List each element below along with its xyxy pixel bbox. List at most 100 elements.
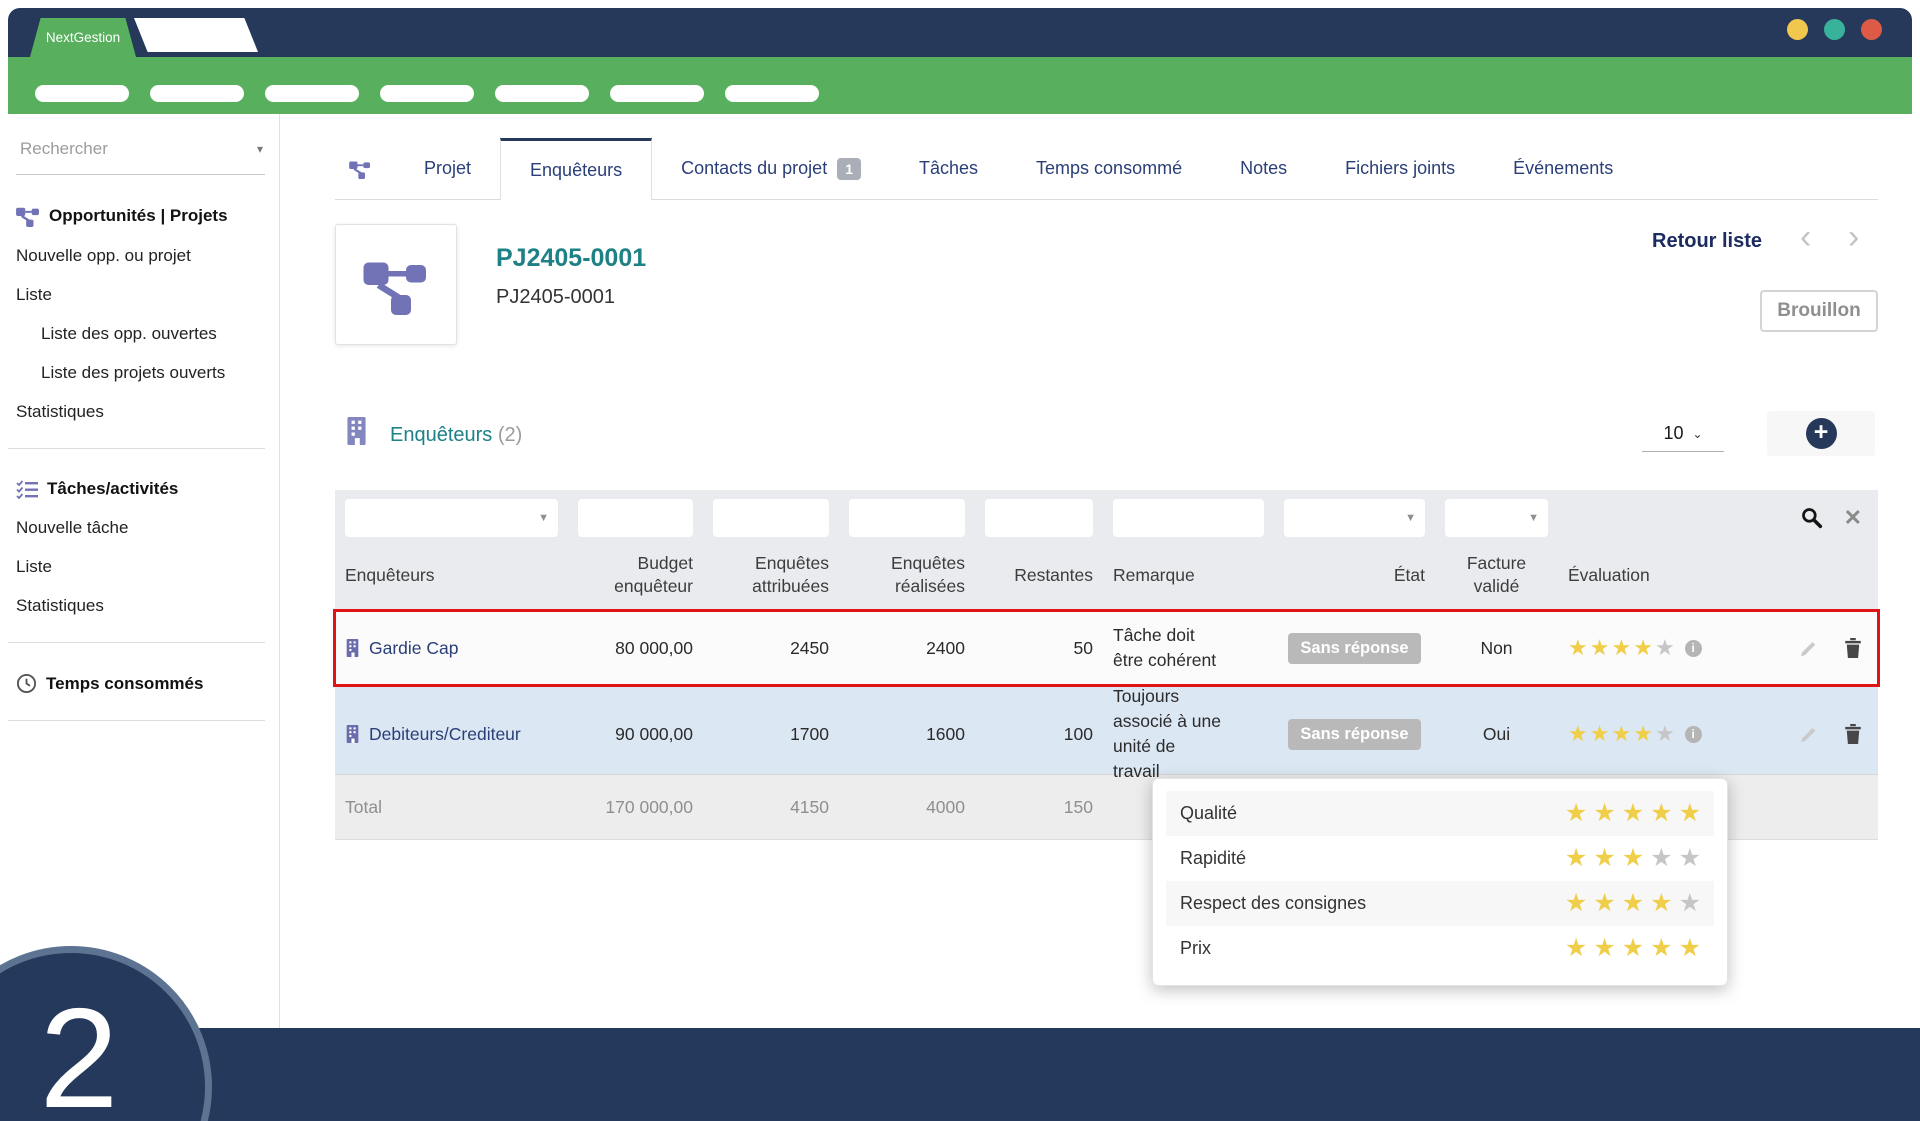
total-remaining: 150 [975, 775, 1103, 839]
filter-realisees[interactable] [849, 499, 965, 537]
filter-remarque[interactable] [1113, 499, 1264, 537]
project-name: PJ2405-0001 [496, 286, 615, 309]
table-row-gardie-cap: Gardie Cap 80 000,00 2450 2400 50 Tâche … [335, 612, 1878, 684]
step-number: 2 [40, 988, 119, 1121]
tab-contacts[interactable]: Contacts du projet 1 [652, 138, 890, 199]
sidebar-section-opportunites[interactable]: Opportunités | Projets [16, 205, 279, 227]
sidebar-item-liste-projets-ouverts[interactable]: Liste des projets ouverts [41, 363, 279, 383]
filter-restantes[interactable] [985, 499, 1093, 537]
window-dot-yellow[interactable] [1787, 19, 1808, 40]
window-controls [1787, 19, 1882, 40]
sidebar-item-statistiques-opp[interactable]: Statistiques [16, 402, 279, 422]
tab-temps-consomme[interactable]: Temps consommé [1007, 138, 1211, 199]
tab-evenements[interactable]: Événements [1484, 138, 1642, 199]
rating-stars[interactable]: ★★★★★ [1558, 684, 1740, 784]
add-enqueteur-button[interactable]: + [1806, 418, 1837, 449]
sidebar-section-title: Tâches/activités [47, 479, 178, 499]
tab-taches[interactable]: Tâches [890, 138, 1007, 199]
remark-text: Tâche doit être cohérent [1103, 612, 1274, 684]
search-input[interactable] [18, 138, 227, 160]
edit-icon[interactable] [1799, 724, 1819, 744]
tab-enqueteurs[interactable]: Enquêteurs [500, 138, 652, 200]
sidebar-item-liste-opp[interactable]: Liste [16, 285, 279, 305]
rating-stars: ★★★★★ [1559, 891, 1701, 916]
sidebar-section-temps[interactable]: Temps consommés [16, 673, 279, 694]
nav-placeholder-pill[interactable] [380, 85, 474, 102]
edit-icon[interactable] [1799, 638, 1819, 658]
chevron-down-icon: ▾ [257, 142, 263, 156]
building-icon [345, 725, 360, 743]
rating-row-respect-consignes: Respect des consignes ★★★★★ [1166, 881, 1714, 926]
next-record-icon[interactable]: › [1848, 220, 1859, 254]
project-code[interactable]: PJ2405-0001 [496, 244, 646, 273]
clear-filters-icon[interactable]: ✕ [1844, 507, 1862, 529]
col-budget: Budget enquêteur [568, 548, 703, 612]
chevron-down-icon: ⌄ [1692, 427, 1702, 441]
rating-popup: Qualité ★★★★★ Rapidité ★★★★★ Respect des… [1152, 778, 1728, 986]
sidebar-item-statistiques-taches[interactable]: Statistiques [16, 596, 279, 616]
filter-budget[interactable] [578, 499, 693, 537]
filter-etat[interactable]: ▼ [1284, 499, 1425, 537]
window-titlebar: NextGestion [8, 8, 1912, 57]
tab-projet[interactable]: Projet [395, 138, 500, 199]
detail-tabbar: Projet Enquêteurs Contacts du projet 1 T… [335, 138, 1878, 200]
chevron-down-icon: ▼ [1528, 512, 1539, 524]
page-size-select[interactable]: 10 ⌄ [1642, 416, 1724, 452]
col-remarque: Remarque [1103, 548, 1274, 612]
sidebar-divider [8, 642, 265, 643]
budget-value: 80 000,00 [568, 612, 703, 684]
nav-placeholder-pill[interactable] [495, 85, 589, 102]
sidebar-item-liste-taches[interactable]: Liste [16, 557, 279, 577]
nav-placeholder-pill[interactable] [265, 85, 359, 102]
bottom-band [0, 1028, 1920, 1121]
window-dot-red[interactable] [1861, 19, 1882, 40]
col-enqueteurs: Enquêteurs [335, 548, 568, 612]
tab-notes[interactable]: Notes [1211, 138, 1316, 199]
sidebar-section-taches[interactable]: Tâches/activités [16, 479, 279, 499]
rating-stars: ★★★★★ [1559, 846, 1701, 871]
column-headers: Enquêteurs Budget enquêteur Enquêtes att… [335, 548, 1878, 612]
nav-placeholder-pill[interactable] [35, 85, 129, 102]
total-assigned: 4150 [703, 775, 839, 839]
tab-fichiers-joints[interactable]: Fichiers joints [1316, 138, 1484, 199]
rating-row-qualite: Qualité ★★★★★ [1166, 791, 1714, 836]
assigned-value: 1700 [703, 684, 839, 784]
status-badge[interactable]: Brouillon [1760, 290, 1878, 332]
done-value: 1600 [839, 684, 975, 784]
sidebar-item-liste-opp-ouvertes[interactable]: Liste des opp. ouvertes [41, 324, 279, 344]
previous-record-icon[interactable]: ‹ [1800, 220, 1811, 254]
blank-tab[interactable] [134, 18, 258, 52]
info-icon[interactable] [1685, 726, 1702, 743]
done-value: 2400 [839, 612, 975, 684]
info-icon[interactable] [1685, 640, 1702, 657]
brand-tab[interactable]: NextGestion [30, 18, 136, 57]
remark-text: Toujours associé à une unité de travail [1103, 684, 1274, 784]
nav-placeholder-pill[interactable] [610, 85, 704, 102]
sidebar-search[interactable]: ▾ [16, 136, 265, 175]
building-icon [345, 639, 360, 657]
nav-placeholder-pill[interactable] [150, 85, 244, 102]
chevron-down-icon: ▼ [538, 512, 549, 524]
back-to-list-link[interactable]: Retour liste [1652, 230, 1762, 253]
building-icon [344, 417, 369, 445]
delete-icon[interactable] [1844, 638, 1862, 658]
rating-stars[interactable]: ★★★★★ [1558, 612, 1740, 684]
filter-enqueteurs[interactable]: ▼ [345, 499, 558, 537]
status-badge: Sans réponse [1288, 719, 1420, 750]
app-toolbar [8, 57, 1912, 114]
enqueteur-link[interactable]: Debiteurs/Crediteur [335, 684, 568, 784]
enqueteur-link[interactable]: Gardie Cap [335, 612, 568, 684]
search-icon[interactable] [1801, 507, 1824, 530]
nav-placeholder-pill[interactable] [725, 85, 819, 102]
sidebar-item-nouvelle-opp[interactable]: Nouvelle opp. ou projet [16, 246, 279, 266]
checklist-icon [16, 480, 38, 499]
sidebar-item-nouvelle-tache[interactable]: Nouvelle tâche [16, 518, 279, 538]
sidebar: ▾ Opportunités | Projets Nouvelle opp. o… [8, 114, 280, 1028]
sidebar-divider [8, 448, 265, 449]
col-facture: Facture validé [1435, 548, 1558, 612]
window-dot-green[interactable] [1824, 19, 1845, 40]
filter-attribuees[interactable] [713, 499, 829, 537]
delete-icon[interactable] [1844, 724, 1862, 744]
filter-facture[interactable]: ▼ [1445, 499, 1548, 537]
clock-icon [16, 673, 37, 694]
